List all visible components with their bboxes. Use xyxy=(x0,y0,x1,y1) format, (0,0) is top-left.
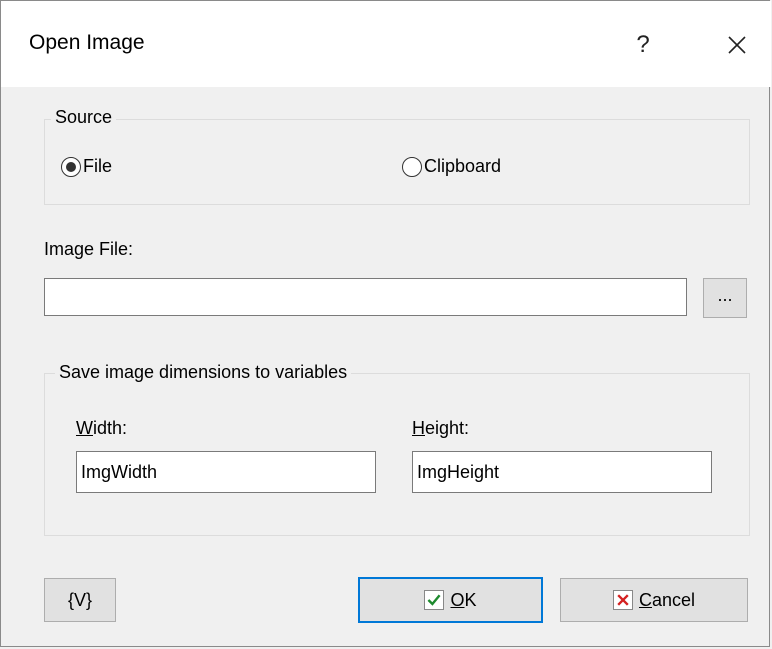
title-bar: Open Image ? xyxy=(1,1,771,87)
dimensions-group-legend: Save image dimensions to variables xyxy=(55,362,352,383)
radio-file-label: File xyxy=(83,156,113,176)
browse-ellipsis-icon: ... xyxy=(717,284,733,305)
ok-button[interactable]: OK xyxy=(358,577,543,623)
radio-clipboard-indicator xyxy=(402,156,422,177)
dialog-title: Open Image xyxy=(29,31,145,54)
browse-button[interactable]: ... xyxy=(703,278,747,318)
open-image-dialog: Open Image ? Source File Clipboard Image… xyxy=(0,0,771,647)
radio-selected-dot xyxy=(66,161,76,172)
close-icon xyxy=(728,36,746,54)
height-label-text: eight: xyxy=(425,418,470,438)
radio-clipboard[interactable]: Clipboard xyxy=(402,156,501,177)
cancel-mnemonic: C xyxy=(638,589,652,610)
cancel-button-label: Cancel xyxy=(639,590,695,611)
width-label-mnemonic: W xyxy=(76,418,93,438)
close-button[interactable] xyxy=(707,19,767,71)
cancel-button[interactable]: Cancel xyxy=(560,578,748,622)
ok-button-label: OK xyxy=(450,590,476,611)
source-group-legend: Source xyxy=(51,107,117,128)
variables-button-label: {V} xyxy=(67,589,93,610)
image-file-input[interactable] xyxy=(44,278,687,316)
cancel-x-icon xyxy=(612,590,633,610)
height-variable-input[interactable] xyxy=(412,451,712,493)
question-icon: ? xyxy=(636,31,650,58)
ok-mnemonic: O xyxy=(450,589,465,610)
width-label: Width: xyxy=(76,418,127,439)
help-button[interactable]: ? xyxy=(613,19,673,71)
image-file-label: Image File: xyxy=(44,239,134,259)
height-label-mnemonic: H xyxy=(412,418,425,438)
height-label: Height: xyxy=(412,418,469,439)
radio-clipboard-label: Clipboard xyxy=(424,156,502,176)
ok-label-text: K xyxy=(464,589,477,610)
cancel-label-text: ancel xyxy=(651,589,696,610)
radio-file-indicator xyxy=(61,156,81,177)
check-icon xyxy=(424,590,445,610)
radio-file[interactable]: File xyxy=(61,156,112,177)
width-variable-input[interactable] xyxy=(76,451,376,493)
variables-button[interactable]: {V} xyxy=(44,578,116,622)
width-label-text: idth: xyxy=(93,418,128,438)
source-group xyxy=(44,119,750,205)
